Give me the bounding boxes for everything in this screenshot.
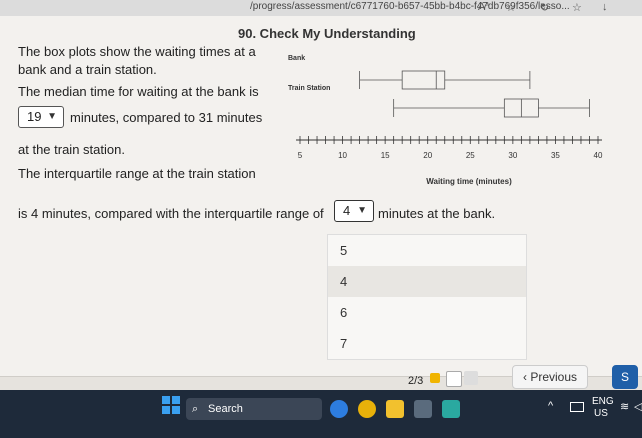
file-explorer-icon[interactable] bbox=[386, 400, 404, 418]
question-text-line5: at the train station. bbox=[18, 142, 125, 157]
progress-marker-icon bbox=[430, 373, 440, 383]
x-axis-label: Waiting time (minutes) bbox=[426, 177, 512, 186]
series-label: Bank bbox=[288, 55, 305, 62]
url-text[interactable]: /progress/assessment/c6771760-b657-45bb-… bbox=[250, 1, 570, 12]
option-label: 6 bbox=[340, 305, 348, 320]
option-item-selected[interactable]: 4 bbox=[328, 266, 526, 297]
iqr-bank-value: 4 bbox=[343, 203, 351, 218]
download-icon[interactable]: ↓ bbox=[602, 1, 608, 13]
refresh-icon[interactable]: ↻ bbox=[540, 1, 549, 14]
question-text-line4: minutes, compared to 31 minutes bbox=[70, 110, 263, 125]
box-plot-chart: Bank Train Station 5 10 15 20 25 30 35 40 Waiting… bbox=[288, 55, 603, 186]
tick-label: 35 bbox=[551, 151, 560, 160]
progress-step-icon[interactable] bbox=[446, 371, 462, 387]
edge-browser-icon[interactable] bbox=[330, 400, 348, 418]
option-label: 5 bbox=[340, 243, 348, 258]
tick-label: 15 bbox=[381, 151, 390, 160]
taskbar-search[interactable]: ⌕ Search bbox=[186, 398, 322, 420]
progress-counter: 2/3 bbox=[408, 375, 424, 387]
chevron-up-icon[interactable]: ^ bbox=[548, 400, 553, 412]
question-text-line2: bank and a train station. bbox=[18, 62, 157, 77]
option-item[interactable]: 5 bbox=[328, 235, 526, 266]
series-label: Train Station bbox=[288, 85, 330, 92]
progress-step-icon[interactable] bbox=[464, 371, 478, 385]
calculator-icon[interactable] bbox=[442, 400, 460, 418]
tick-label: 40 bbox=[594, 151, 603, 160]
store-icon[interactable] bbox=[414, 400, 432, 418]
search-label: Search bbox=[208, 403, 243, 415]
read-aloud-icon[interactable]: Aa bbox=[478, 1, 489, 13]
option-item[interactable]: 7 bbox=[328, 328, 526, 359]
chevron-down-icon: ▼ bbox=[357, 205, 367, 216]
next-button[interactable]: S bbox=[612, 365, 639, 389]
question-text-line7: is 4 minutes, compared with the interqua… bbox=[18, 206, 324, 221]
browser-address-bar[interactable]: /progress/assessment/c6771760-b657-45bb-… bbox=[0, 0, 642, 16]
previous-button[interactable]: ‹ Previous bbox=[512, 365, 589, 389]
assessment-page: 90. Check My Understanding The box plots… bbox=[0, 16, 642, 376]
iqr-options-list[interactable]: 5 4 6 7 bbox=[327, 234, 527, 360]
volume-icon[interactable]: ◁ bbox=[634, 400, 642, 413]
region-label[interactable]: US bbox=[594, 408, 608, 419]
x-axis: 5 10 15 20 25 30 35 40 Waiting time (minutes) bbox=[296, 136, 603, 186]
question-text-line6: The interquartile range at the train sta… bbox=[18, 166, 256, 181]
windows-start-icon[interactable] bbox=[162, 396, 180, 414]
tick-label: 20 bbox=[423, 151, 432, 160]
median-bank-dropdown[interactable]: 19 ▼ bbox=[18, 106, 64, 128]
iqr-box bbox=[401, 70, 446, 90]
tick-label: 5 bbox=[298, 151, 303, 160]
tick-label: 25 bbox=[466, 151, 475, 160]
favorite-star-icon[interactable]: ☆ bbox=[506, 1, 516, 14]
wifi-icon[interactable]: ≋ bbox=[620, 400, 629, 413]
windows-taskbar: ⌕ Search ^ ENG US ≋ ◁ bbox=[0, 390, 642, 438]
question-text-line1: The box plots show the waiting times at … bbox=[18, 44, 256, 59]
question-title: 90. Check My Understanding bbox=[238, 26, 416, 41]
option-item[interactable]: 6 bbox=[328, 297, 526, 328]
question-text-line8: minutes at the bank. bbox=[378, 206, 496, 221]
language-label[interactable]: ENG bbox=[592, 396, 614, 407]
keyboard-icon[interactable] bbox=[570, 402, 584, 412]
chevron-down-icon: ▼ bbox=[47, 111, 57, 122]
search-icon: ⌕ bbox=[192, 403, 199, 415]
chrome-browser-icon[interactable] bbox=[358, 400, 376, 418]
iqr-bank-dropdown[interactable]: 4 ▼ bbox=[334, 200, 374, 222]
option-label: 4 bbox=[340, 274, 348, 289]
previous-label: Previous bbox=[530, 370, 578, 384]
collections-icon[interactable]: ☆ bbox=[572, 1, 582, 14]
option-label: 7 bbox=[340, 336, 348, 351]
tick-label: 10 bbox=[338, 151, 347, 160]
box-plot-series: Bank Train Station bbox=[288, 55, 590, 118]
question-text-line3: The median time for waiting at the bank … bbox=[18, 84, 259, 99]
median-bank-value: 19 bbox=[27, 109, 42, 124]
next-label: S bbox=[621, 370, 630, 384]
tick-label: 30 bbox=[508, 151, 517, 160]
